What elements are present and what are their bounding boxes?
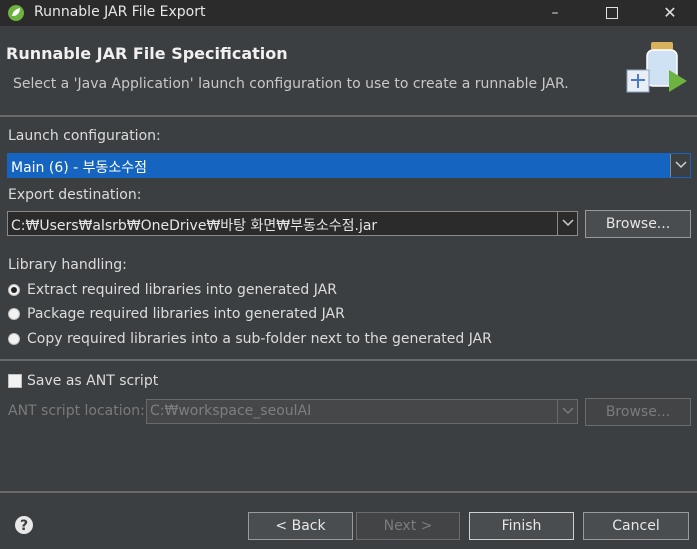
library-handling-label: Library handling: <box>8 257 127 273</box>
ant-browse-button[interactable]: Browse... <box>585 398 691 426</box>
export-destination-combo[interactable]: C:₩Users₩alsrb₩OneDrive₩바탕 화면₩부동소수점.jar <box>7 211 578 236</box>
launch-dropdown-button[interactable] <box>670 154 690 177</box>
export-browse-button[interactable]: Browse... <box>585 210 691 238</box>
help-icon: ? <box>15 516 33 534</box>
library-option-copy[interactable]: Copy required libraries into a sub-folde… <box>7 331 567 351</box>
ant-script-location-combo[interactable]: C:₩workspace_seoulAI <box>146 399 578 424</box>
section-separator <box>0 359 697 361</box>
minimize-button[interactable]: – <box>532 0 578 26</box>
export-destination-label: Export destination: <box>8 187 142 203</box>
ant-dropdown-button[interactable] <box>557 400 577 423</box>
page-description: Select a 'Java Application' launch confi… <box>13 76 569 92</box>
radio-extract[interactable] <box>8 284 20 296</box>
save-ant-script-label: Save as ANT script <box>27 373 159 389</box>
next-button[interactable]: Next > <box>356 512 460 540</box>
save-ant-script-checkbox-row[interactable]: Save as ANT script <box>7 373 207 393</box>
title-bar[interactable]: Runnable JAR File Export – ✕ <box>0 0 697 26</box>
export-destination-value[interactable]: C:₩Users₩alsrb₩OneDrive₩바탕 화면₩부동소수점.jar <box>11 215 377 235</box>
library-option-package-label: Package required libraries into generate… <box>27 306 345 322</box>
export-dropdown-button[interactable] <box>557 212 577 235</box>
chevron-down-icon <box>675 161 687 169</box>
ant-script-location-label: ANT script location: <box>8 403 145 419</box>
library-option-extract[interactable]: Extract required libraries into generate… <box>7 282 407 302</box>
jar-wizard-icon <box>625 40 689 96</box>
spring-leaf-icon <box>7 4 25 22</box>
footer-separator <box>0 491 697 493</box>
svg-text:?: ? <box>20 518 28 534</box>
close-icon: ✕ <box>663 3 677 22</box>
page-title: Runnable JAR File Specification <box>6 44 288 63</box>
radio-package[interactable] <box>8 308 20 320</box>
finish-button[interactable]: Finish <box>469 512 574 540</box>
library-option-extract-label: Extract required libraries into generate… <box>27 282 337 298</box>
header-separator <box>0 115 697 117</box>
save-ant-script-checkbox[interactable] <box>8 374 22 388</box>
ant-script-location-value: C:₩workspace_seoulAI <box>150 403 312 419</box>
launch-configuration-value: Main (6) - 부동소수점 <box>11 160 148 176</box>
chevron-down-icon <box>562 407 574 415</box>
back-button[interactable]: < Back <box>248 512 353 540</box>
maximize-button[interactable] <box>589 0 635 26</box>
cancel-button[interactable]: Cancel <box>583 512 689 540</box>
launch-configuration-label: Launch configuration: <box>8 128 161 144</box>
chevron-down-icon <box>562 219 574 227</box>
maximize-icon <box>606 7 618 19</box>
minimize-icon: – <box>551 5 559 21</box>
close-button[interactable]: ✕ <box>647 0 693 26</box>
library-option-copy-label: Copy required libraries into a sub-folde… <box>27 331 492 347</box>
window-title: Runnable JAR File Export <box>34 4 206 20</box>
radio-copy[interactable] <box>8 333 20 345</box>
library-option-package[interactable]: Package required libraries into generate… <box>7 306 407 326</box>
launch-configuration-combo[interactable]: Main (6) - 부동소수점 <box>7 153 691 178</box>
help-button[interactable]: ? <box>14 515 34 535</box>
